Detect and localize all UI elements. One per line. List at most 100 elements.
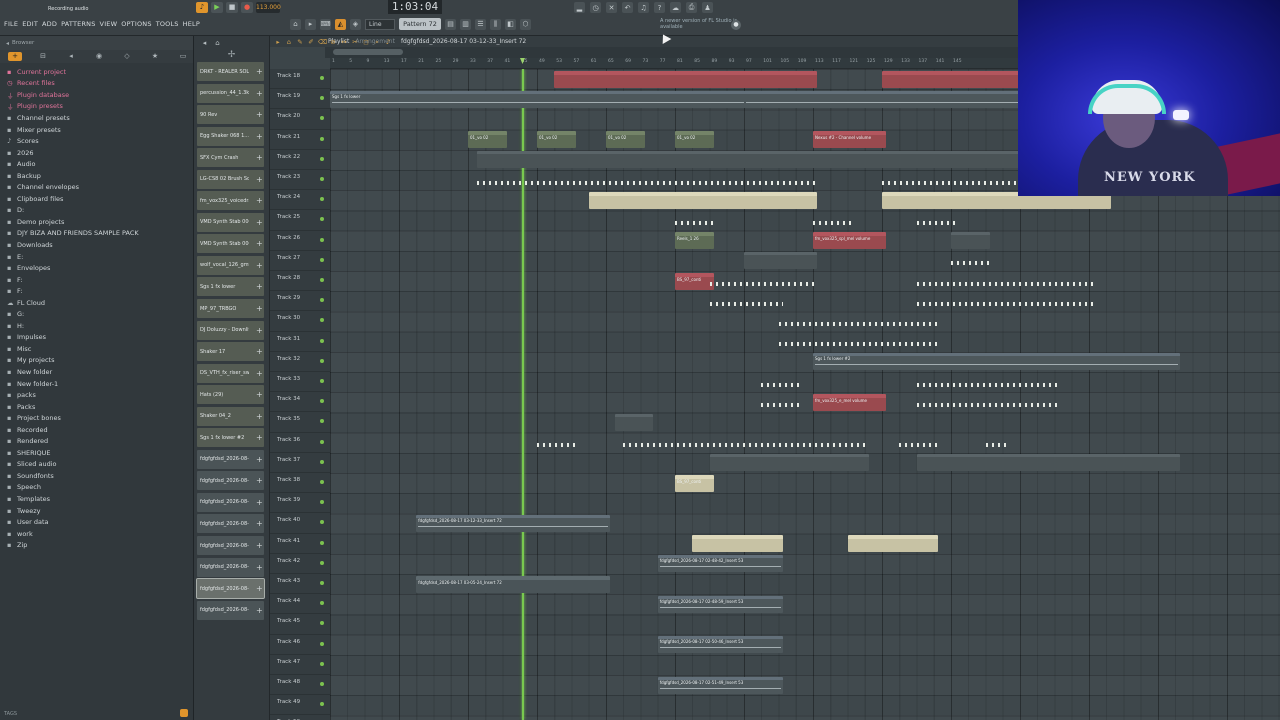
snap-select[interactable]: Line [365, 18, 395, 30]
track-mute-led[interactable] [320, 197, 324, 202]
playlist-clip[interactable] [951, 232, 990, 250]
magnet-icon[interactable]: ⌂ [290, 18, 301, 30]
collapse-icon[interactable]: ⊟ [36, 52, 50, 61]
plus-icon[interactable]: + [256, 476, 263, 485]
track-header[interactable]: Track 31 [270, 332, 330, 352]
picker-clip[interactable]: fdgfgfdsd_2026-08-17... + [197, 471, 264, 491]
wait-input-icon[interactable]: ◈ [350, 18, 361, 30]
playlist-clip[interactable]: fdgfgfdsd_2026-08-17 03-12-33_Insert 72 [416, 514, 611, 532]
picker-clip[interactable]: fdgfgfdsd_2026-08-17... + [197, 492, 264, 512]
track-mute-led[interactable] [320, 581, 324, 585]
track-header[interactable]: Track 43 [270, 574, 330, 595]
browser-item[interactable]: ▪ packs [0, 389, 193, 401]
browser-item[interactable]: ▪ Current project [0, 66, 193, 78]
browser-icon[interactable]: ◧ [505, 18, 516, 30]
picker-clip[interactable]: Hats (29) + [197, 385, 264, 405]
browser-item[interactable]: ▪ My projects [0, 355, 193, 367]
track-header[interactable]: Track 20 [270, 109, 330, 130]
browser-item[interactable]: ▪ Channel presets [0, 112, 193, 124]
picker-clip[interactable]: Shaker 17 + [197, 342, 264, 362]
track-header[interactable]: Track 32 [270, 352, 330, 372]
browser-item[interactable]: ▪ Clipboard files [0, 193, 193, 205]
track-header[interactable]: Track 30 [270, 311, 330, 332]
plus-icon[interactable]: + [256, 519, 263, 528]
plus-icon[interactable]: + [256, 175, 263, 184]
playlist-clip[interactable] [813, 211, 852, 229]
browser-item[interactable]: ▪ F: [0, 274, 193, 286]
browser-item[interactable]: ▪ SHERIQUE [0, 447, 193, 459]
track-mute-led[interactable] [320, 318, 324, 323]
picker-clip[interactable]: LG-CS8 02 Brush Sol... + [197, 169, 264, 189]
playback-icon[interactable]: ♪ [384, 38, 392, 46]
store-icon[interactable]: ⎙ [686, 2, 697, 13]
mute-icon[interactable]: ⊘ [329, 38, 337, 46]
playlist-clip[interactable] [951, 252, 990, 270]
picker-add-icon[interactable]: ✢ [194, 50, 269, 60]
undo-icon[interactable]: ↶ [622, 2, 633, 13]
playlist-clip[interactable] [675, 211, 714, 229]
picker-clip[interactable]: wolf_vocal_126_gmt... + [197, 255, 264, 275]
tag-icon[interactable]: ◇ [120, 52, 134, 61]
track-header[interactable]: Track 33 [270, 372, 330, 393]
plus-icon[interactable]: + [256, 239, 263, 248]
plugin-picker-icon[interactable]: ⬡ [520, 18, 531, 30]
scrollbar-thumb[interactable] [333, 49, 403, 55]
track-mute-led[interactable] [320, 278, 324, 282]
track-mute-led[interactable] [320, 76, 324, 80]
picker-clip[interactable]: percussion_44_1.3kb... + [197, 83, 264, 103]
picker-clip[interactable]: SFX Cym Crash + [197, 148, 264, 168]
playlist-clip[interactable] [588, 191, 818, 209]
browser-item[interactable]: ▪ New folder-1 [0, 378, 193, 390]
playlist-clip[interactable] [916, 454, 1180, 472]
track-mute-led[interactable] [320, 702, 324, 707]
browser-item[interactable]: ▪ E: [0, 251, 193, 263]
notification-icon[interactable]: ● [731, 20, 741, 30]
playlist-clip[interactable]: 01_vo 02 [675, 131, 714, 149]
plus-icon[interactable]: + [256, 412, 263, 421]
browser-footer-icon[interactable] [180, 709, 188, 717]
track-header[interactable]: Track 29 [270, 291, 330, 312]
picker-clip[interactable]: fdgfgfdsd_2026-08-17... + [196, 578, 265, 600]
browser-item[interactable]: ▪ Recorded [0, 424, 193, 436]
pencil-icon[interactable]: ✎ [296, 38, 304, 46]
playlist-clip[interactable] [744, 252, 818, 270]
tool-icon[interactable]: ✕ [606, 2, 617, 13]
track-header[interactable]: Track 25 [270, 210, 330, 231]
track-mute-led[interactable] [320, 298, 324, 303]
playlist-clip[interactable] [778, 312, 939, 330]
track-mute-led[interactable] [320, 540, 324, 545]
track-header[interactable]: Track 28 [270, 271, 330, 292]
menu-tools[interactable]: TOOLS [156, 20, 179, 28]
playlist-clip[interactable]: BS_97_conti [675, 272, 714, 290]
playlist-clip[interactable]: 01_vo 02 [468, 131, 507, 149]
track-header[interactable]: Track 47 [270, 655, 330, 675]
track-header[interactable]: Track 37 [270, 453, 330, 473]
plus-icon[interactable]: + [256, 132, 263, 141]
track-mute-led[interactable] [320, 480, 324, 484]
track-header[interactable]: Track 22 [270, 150, 330, 170]
track-mute-led[interactable] [320, 601, 324, 606]
picker-clip[interactable]: fdgfgfdsd_2026-08-17... + [197, 449, 264, 469]
folder-icon[interactable]: ▭ [176, 52, 190, 61]
track-mute-led[interactable] [320, 237, 324, 242]
piano-roll-icon[interactable]: ▥ [460, 18, 471, 30]
typing-keyboard-icon[interactable]: ⌨ [320, 18, 331, 30]
plus-icon[interactable]: + [256, 326, 263, 335]
plus-icon[interactable]: + [256, 390, 263, 399]
picker-clip[interactable]: VMD Synth Stab 006... + [197, 212, 264, 232]
track-mute-led[interactable] [320, 358, 324, 363]
plus-icon[interactable]: + [256, 498, 263, 507]
browser-item[interactable]: ⏚ Plugin database [0, 89, 193, 101]
track-header[interactable]: Track 19 [270, 89, 330, 110]
plus-icon[interactable]: + [256, 282, 263, 291]
plus-icon[interactable]: + [256, 433, 263, 442]
plus-icon[interactable]: + [256, 261, 263, 270]
browser-footer[interactable]: TAGS [4, 711, 17, 717]
channel-rack-icon[interactable]: ☰ [475, 18, 486, 30]
plus-icon[interactable]: + [256, 541, 263, 550]
browser-item[interactable]: ▪ Backup [0, 170, 193, 182]
track-header[interactable]: Track 38 [270, 473, 330, 494]
picker-clip[interactable]: Shaker 04_2 + [197, 406, 264, 426]
playlist-clip[interactable] [709, 272, 818, 290]
playlist-clip[interactable]: 01_vo 02 [537, 131, 576, 149]
